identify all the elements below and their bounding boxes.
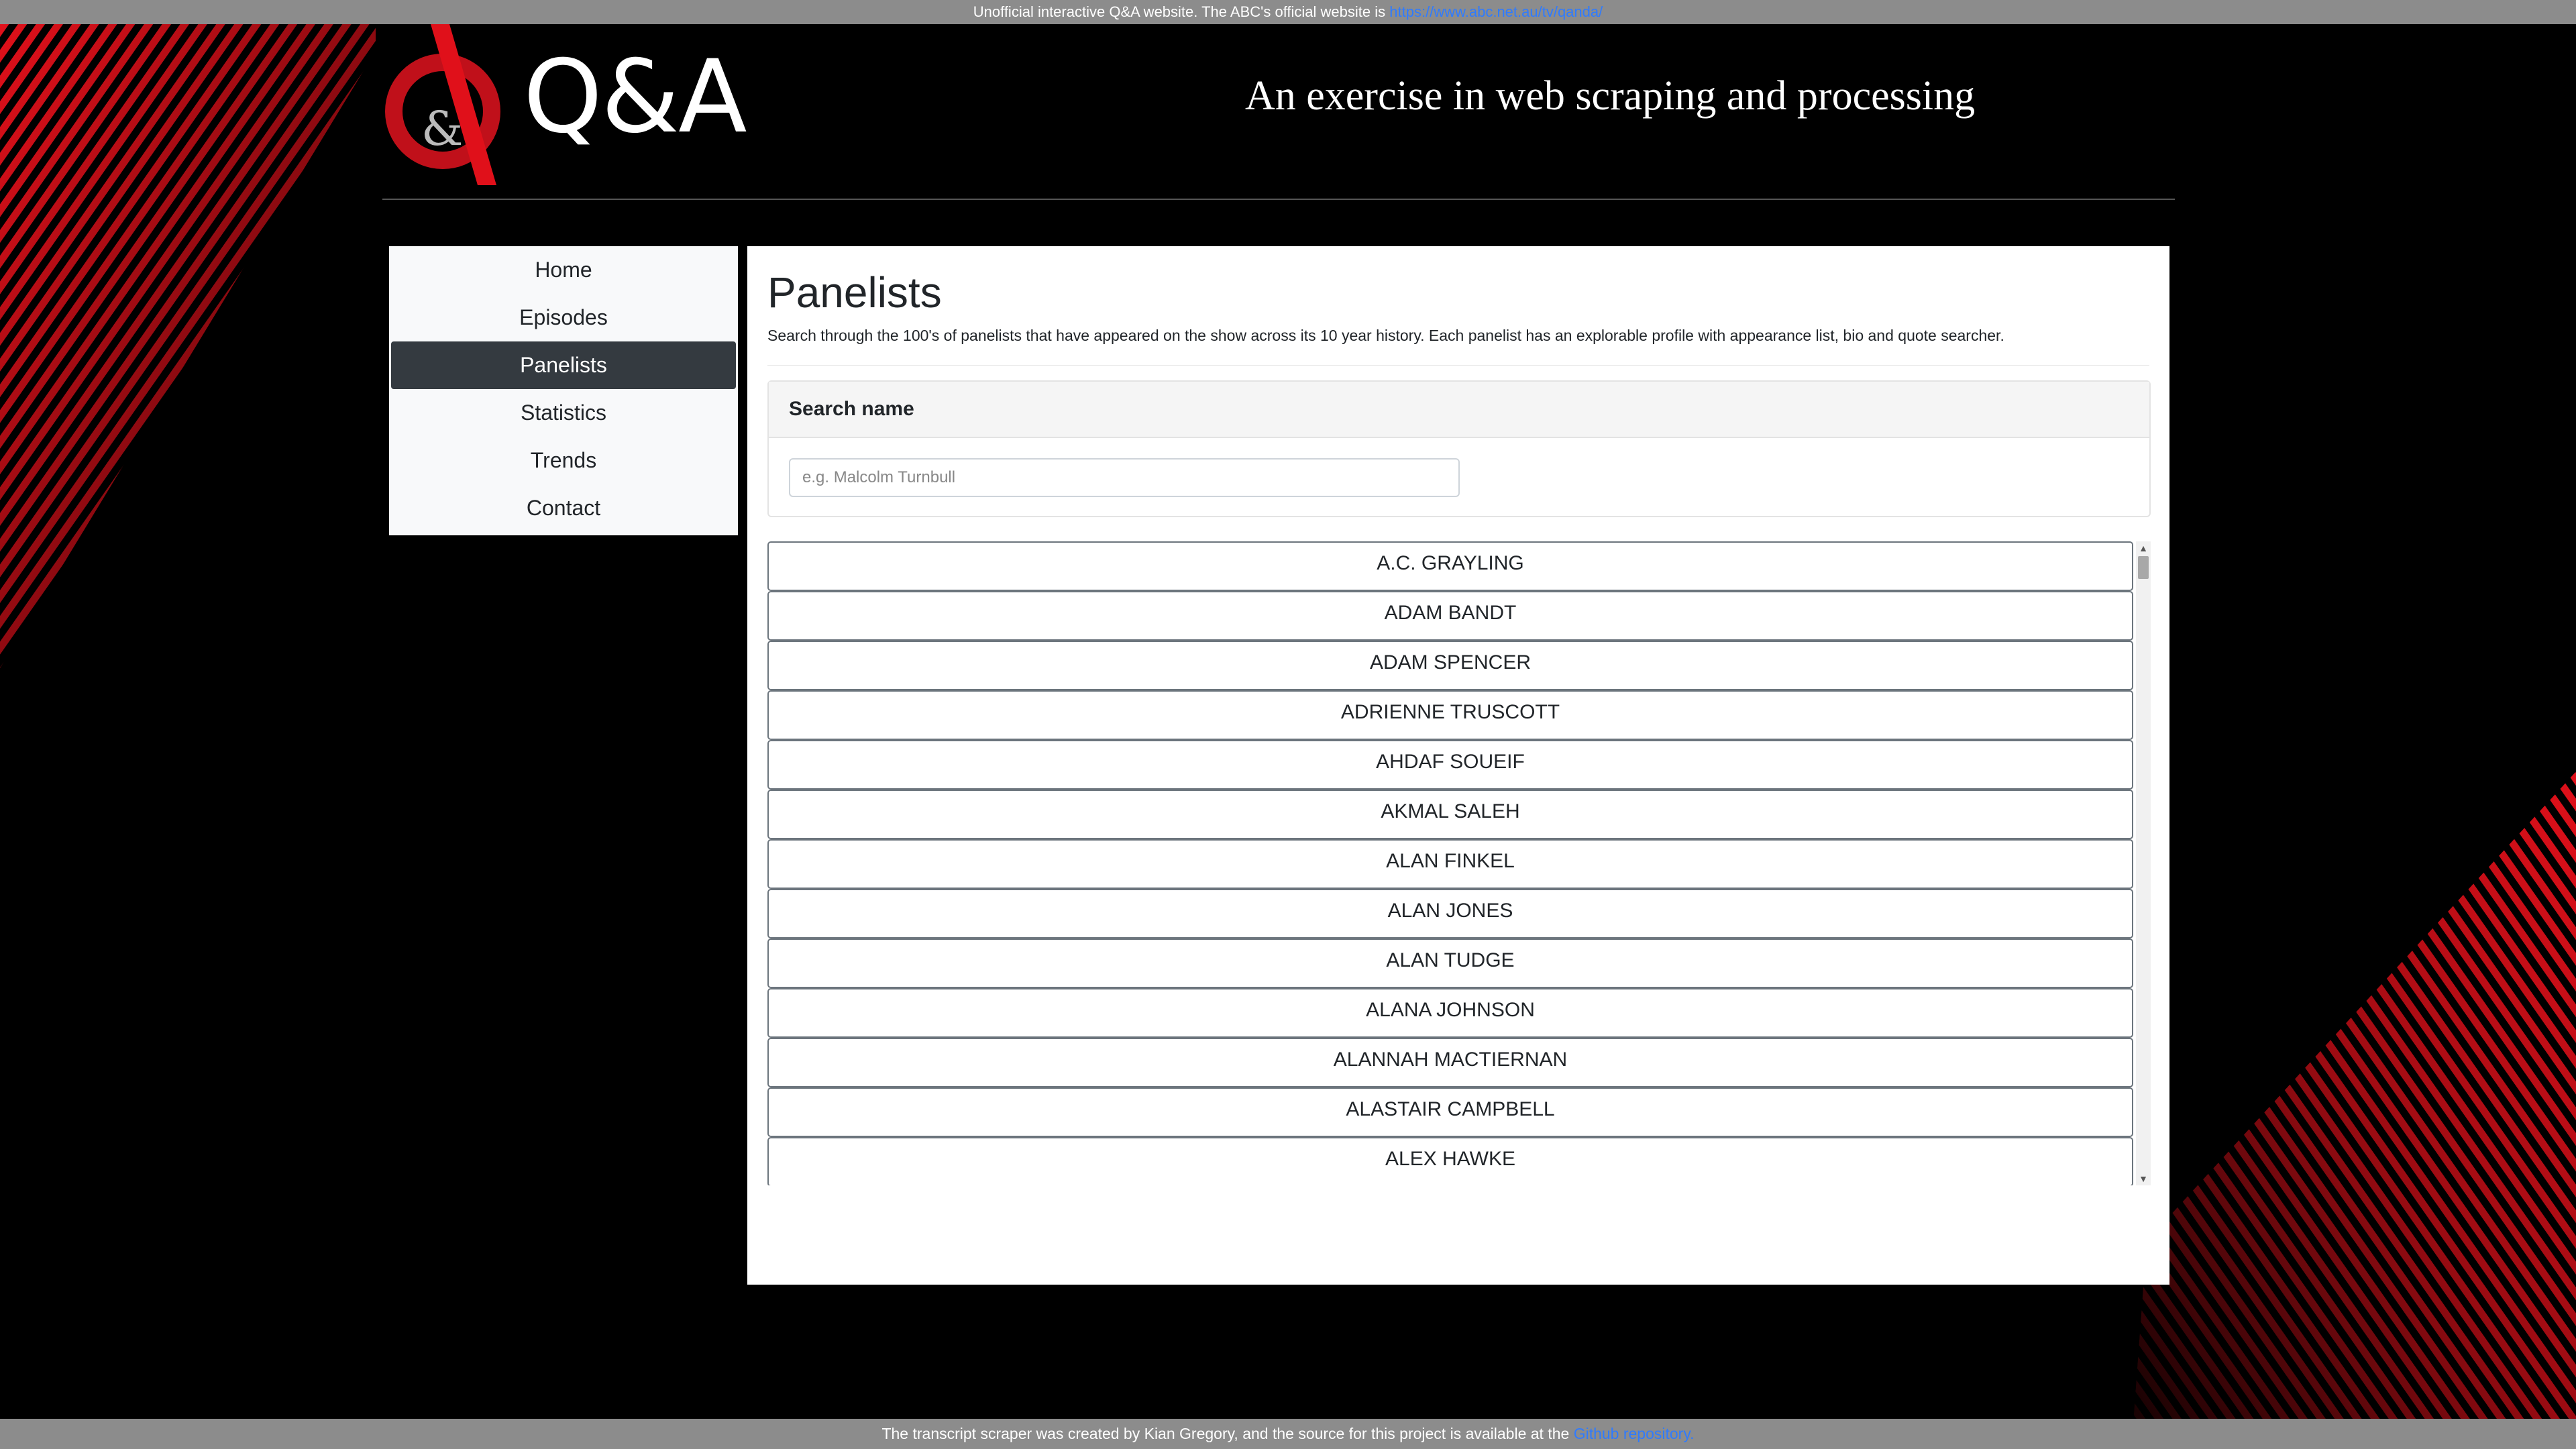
panelist-list: A.C. GRAYLING ADAM BANDT ADAM SPENCER ADRIE… bbox=[767, 541, 2133, 1186]
list-scrollbar[interactable]: ▲ ▼ bbox=[2136, 541, 2151, 1186]
panelist-list-item[interactable]: AHDAF SOUEIF bbox=[767, 740, 2133, 790]
scrollbar-thumb[interactable] bbox=[2138, 556, 2149, 580]
site-tagline: An exercise in web scraping and processi… bbox=[1245, 73, 1976, 119]
abc-official-link[interactable]: https://www.abc.net.au/tv/qanda/ bbox=[1389, 3, 1603, 20]
nav-item-home[interactable]: Home bbox=[391, 246, 736, 294]
panelist-list-item[interactable]: ALAN FINKEL bbox=[767, 839, 2133, 890]
panelist-list-item[interactable]: ALANNAH MACTIERNAN bbox=[767, 1038, 2133, 1088]
scroll-up-arrow-icon[interactable]: ▲ bbox=[2136, 541, 2151, 555]
nav-item-statistics[interactable]: Statistics bbox=[391, 389, 736, 437]
nav-item-contact[interactable]: Contact bbox=[391, 484, 736, 532]
footer-text: The transcript scraper was created by Ki… bbox=[881, 1425, 1570, 1442]
search-card-header: Search name bbox=[769, 382, 2149, 439]
search-card: Search name bbox=[767, 380, 2151, 518]
panelist-list-item[interactable]: A.C. GRAYLING bbox=[767, 541, 2133, 592]
panelist-list-item[interactable]: AKMAL SALEH bbox=[767, 790, 2133, 840]
panelist-list-item[interactable]: ALEX HAWKE bbox=[767, 1137, 2133, 1186]
github-repo-link[interactable]: Github repository. bbox=[1574, 1425, 1695, 1442]
qanda-logo-icon: & bbox=[385, 24, 500, 185]
svg-text:&: & bbox=[421, 101, 463, 156]
page-description: Search through the 100's of panelists th… bbox=[767, 327, 2149, 366]
panelist-list-item[interactable]: ADAM BANDT bbox=[767, 591, 2133, 641]
site-logo[interactable]: & Q&A bbox=[382, 24, 785, 185]
search-name-input[interactable] bbox=[789, 458, 1460, 498]
nav-item-trends[interactable]: Trends bbox=[391, 437, 736, 484]
panelist-list-container[interactable]: A.C. GRAYLING ADAM BANDT ADAM SPENCER ADRIE… bbox=[767, 541, 2151, 1186]
panelist-list-item[interactable]: ADRIENNE TRUSCOTT bbox=[767, 690, 2133, 741]
panelist-list-item[interactable]: ALAN TUDGE bbox=[767, 938, 2133, 989]
nav-item-episodes[interactable]: Episodes bbox=[391, 294, 736, 341]
site-header: & Q&A An exercise in web scraping and pr… bbox=[382, 24, 2175, 200]
page-title: Panelists bbox=[767, 268, 942, 317]
panelist-list-item[interactable]: ALANA JOHNSON bbox=[767, 988, 2133, 1038]
sidebar-nav: Home Episodes Panelists Statistics Trend… bbox=[389, 246, 738, 535]
scroll-down-arrow-icon[interactable]: ▼ bbox=[2136, 1172, 2151, 1185]
top-notice-bar: Unofficial interactive Q&A website. The … bbox=[0, 0, 2576, 24]
top-notice-text: Unofficial interactive Q&A website. The … bbox=[973, 3, 1386, 20]
panelist-list-item[interactable]: ALAN JONES bbox=[767, 889, 2133, 939]
site-footer: The transcript scraper was created by Ki… bbox=[0, 1419, 2576, 1449]
main-content: Panelists Search through the 100's of pa… bbox=[747, 246, 2169, 1285]
panelist-list-item[interactable]: ADAM SPENCER bbox=[767, 641, 2133, 691]
panelist-list-item[interactable]: ALASTAIR CAMPBELL bbox=[767, 1087, 2133, 1138]
logo-wordmark: Q&A bbox=[523, 39, 747, 156]
nav-item-panelists[interactable]: Panelists bbox=[391, 341, 736, 389]
